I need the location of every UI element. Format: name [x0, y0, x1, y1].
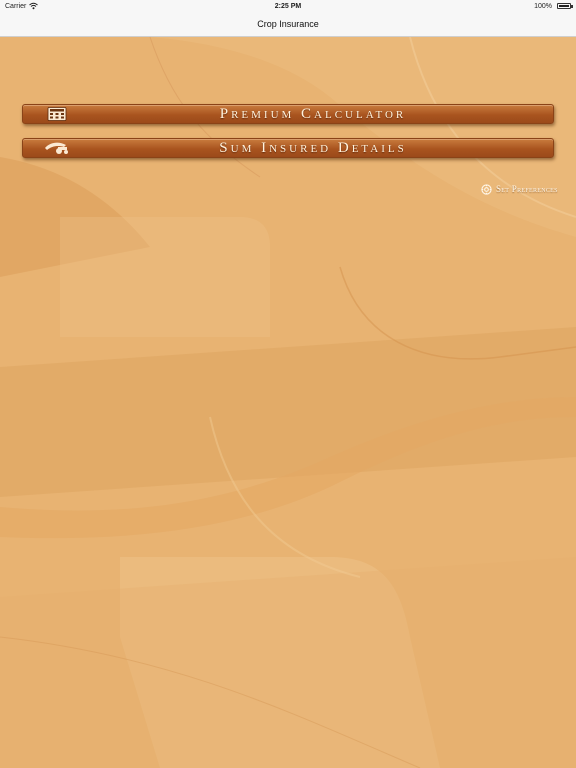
premium-calculator-label: Premium Calculator: [219, 106, 407, 122]
tractor-icon: [43, 141, 71, 155]
page-title: Crop Insurance: [257, 19, 319, 29]
set-preferences-label: Set Preferences: [496, 184, 558, 194]
sum-insured-details-label: Sum Insured Details: [219, 140, 407, 156]
set-preferences-button[interactable]: Set Preferences: [481, 181, 565, 197]
clock: 2:25 PM: [274, 3, 302, 10]
sum-insured-details-button[interactable]: Sum Insured Details: [22, 138, 554, 158]
navigation-bar: Crop Insurance: [0, 14, 576, 37]
battery-percentage: 100%: [534, 3, 552, 10]
calculator-icon: [43, 107, 71, 121]
premium-calculator-button[interactable]: Premium Calculator: [22, 104, 554, 124]
main-content: Premium Calculator Sum Insured Details S…: [0, 37, 576, 768]
battery-icon: [557, 3, 573, 9]
gear-icon: [481, 183, 492, 195]
status-bar: Carrier 2:25 PM 100%: [0, 0, 576, 14]
